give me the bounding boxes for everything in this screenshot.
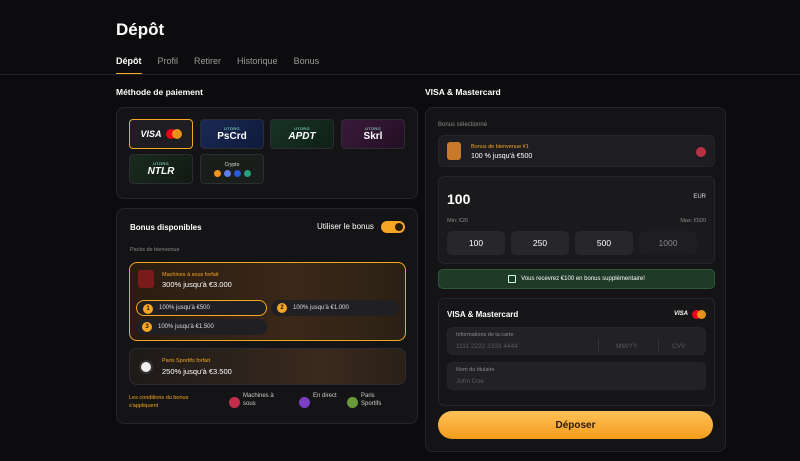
selected-bonus-label: Bonus sélectionné xyxy=(438,122,488,128)
slot-pill-3[interactable]: 3 100% jusqu'à €1.500 xyxy=(136,319,267,335)
slots-icon xyxy=(229,397,240,408)
bonus-chest-icon xyxy=(447,142,461,160)
sports-icon xyxy=(347,397,358,408)
quick-amount-100[interactable]: 100 xyxy=(447,231,505,255)
currency-label: EUR xyxy=(693,194,706,200)
visa-small-logo: VISA xyxy=(673,311,688,317)
bonus-notice: Vous recevrez €100 en bonus supplémentai… xyxy=(438,269,715,289)
pill-text: 100% jusqu'à €1.000 xyxy=(293,305,349,311)
ethereum-icon xyxy=(223,169,231,177)
crypto-label: Crypto xyxy=(224,161,240,168)
gift-icon xyxy=(508,275,517,283)
sport-pack-card[interactable]: Paris Sportifs forfait 250% jusqu'à €3.5… xyxy=(129,348,406,385)
bonus-notice-text: Vous recevrez €100 en bonus supplémentai… xyxy=(521,276,645,282)
tab-bonus[interactable]: Bonus xyxy=(294,56,320,66)
mastercard-small-icon xyxy=(692,310,706,319)
paysafecard-logo: PsCrd xyxy=(217,131,247,142)
field-divider xyxy=(598,338,599,352)
quick-amount-250[interactable]: 250 xyxy=(511,231,569,255)
pm-neteller[interactable]: UTORG NTLR xyxy=(129,154,193,184)
tag-slots: Machines à sous xyxy=(243,393,274,407)
slot-machine-icon xyxy=(138,270,154,288)
card-section-title: VISA & Mastercard xyxy=(447,310,519,319)
selected-bonus-amount: 100 % jusqu'à €500 xyxy=(471,153,533,160)
apdt-logo: APDT xyxy=(288,131,316,142)
header-divider xyxy=(0,74,800,75)
card-info-label: Informations de la carte xyxy=(456,332,514,338)
pill-number: 3 xyxy=(142,322,152,332)
litecoin-icon xyxy=(233,169,241,177)
payment-method-label: Méthode de paiement xyxy=(116,87,203,97)
holder-name-input[interactable]: John Doe xyxy=(456,378,484,385)
mastercard-icon xyxy=(165,129,182,139)
quick-amount-500[interactable]: 500 xyxy=(575,231,633,255)
max-amount: Max: €500 xyxy=(680,218,706,224)
live-icon xyxy=(299,397,310,408)
card-form: VISA & Mastercard VISA Informations de l… xyxy=(438,298,715,406)
pill-number: 1 xyxy=(143,304,153,314)
pill-number: 2 xyxy=(277,303,287,313)
tab-profile[interactable]: Profil xyxy=(158,56,179,66)
field-divider xyxy=(658,338,659,352)
packs-label: Packs de bienvenue xyxy=(130,247,180,253)
visa-mastercard-label: VISA & Mastercard xyxy=(425,87,501,97)
bonus-panel: Bonus disponibles Utiliser le bonus Pack… xyxy=(116,208,418,424)
tag-live: En direct xyxy=(313,393,337,399)
visa-logo: VISA xyxy=(140,129,162,139)
bonus-title: Bonus disponibles xyxy=(130,223,202,232)
slot-pill-2[interactable]: 2 100% jusqu'à €1.000 xyxy=(271,300,399,316)
slot-pack-card[interactable]: Machines à sous forfait 300% jusqu'à €3.… xyxy=(129,262,406,341)
amount-input[interactable]: 100 xyxy=(447,191,470,207)
sport-pack-amount: 250% jusqu'à €3.500 xyxy=(162,367,232,376)
bonus-conditions-link[interactable]: Les conditions du bonus s'appliquent xyxy=(129,394,209,410)
min-amount: Min: €20 xyxy=(447,218,469,224)
pm-visa-mastercard[interactable]: VISA xyxy=(129,119,193,149)
sport-pack-name: Paris Sportifs forfait xyxy=(162,358,210,364)
tab-history[interactable]: Historique xyxy=(237,56,278,66)
holder-field: Nom du titulaire John Doe xyxy=(447,362,706,390)
crypto-coins xyxy=(213,169,251,177)
tab-deposit[interactable]: Dépôt xyxy=(116,56,142,75)
pill-text: 100% jusqu'à €1.500 xyxy=(158,324,214,330)
quick-amount-1000[interactable]: 1000 xyxy=(639,231,697,255)
pm-paysafecard[interactable]: UTORG PsCrd xyxy=(200,119,264,149)
pm-crypto[interactable]: Crypto xyxy=(200,154,264,184)
amount-box: 100 EUR Min: €20 Max: €500 100 250 500 1… xyxy=(438,176,715,264)
pill-text: 100% jusqu'à €500 xyxy=(159,305,210,311)
cvv-input[interactable]: CVV xyxy=(672,343,685,350)
deposit-panel: Bonus sélectionné Bonus de bienvenue #1 … xyxy=(425,107,726,452)
skrill-logo: Skrl xyxy=(363,131,383,142)
pm-skrill[interactable]: UTORG Skrl xyxy=(341,119,405,149)
holder-label: Nom du titulaire xyxy=(456,367,495,373)
deposit-button[interactable]: Déposer xyxy=(438,411,713,439)
payment-methods-panel: VISA UTORG PsCrd UTORG APDT UTORG Skrl U… xyxy=(116,107,418,199)
selected-bonus-name: Bonus de bienvenue #1 xyxy=(471,144,529,150)
tag-sports: Paris Sportifs xyxy=(361,393,382,407)
neteller-logo: NTLR xyxy=(147,166,175,177)
tether-icon xyxy=(243,169,251,177)
remove-bonus-icon[interactable] xyxy=(696,147,706,157)
bitcoin-icon xyxy=(213,169,221,177)
page-title: Dépôt xyxy=(116,20,165,39)
tab-withdraw[interactable]: Retirer xyxy=(194,56,221,66)
slot-pill-1[interactable]: 1 100% jusqu'à €500 xyxy=(136,300,267,316)
use-bonus-label: Utiliser le bonus xyxy=(317,222,374,231)
card-number-input[interactable]: 1111 2222 3333 4444 xyxy=(456,343,518,350)
use-bonus-toggle[interactable] xyxy=(381,221,405,233)
slot-pack-name: Machines à sous forfait xyxy=(162,272,219,278)
expiry-input[interactable]: MM/YY xyxy=(616,343,637,350)
slot-pack-amount: 300% jusqu'à €3.000 xyxy=(162,280,232,289)
card-info-field: Informations de la carte 1111 2222 3333 … xyxy=(447,327,706,355)
tab-bar: Dépôt Profil Retirer Historique Bonus xyxy=(116,56,320,75)
pm-apdt[interactable]: UTORG APDT xyxy=(270,119,334,149)
soccer-ball-icon xyxy=(139,360,153,374)
selected-bonus-card[interactable]: Bonus de bienvenue #1 100 % jusqu'à €500 xyxy=(438,135,715,167)
